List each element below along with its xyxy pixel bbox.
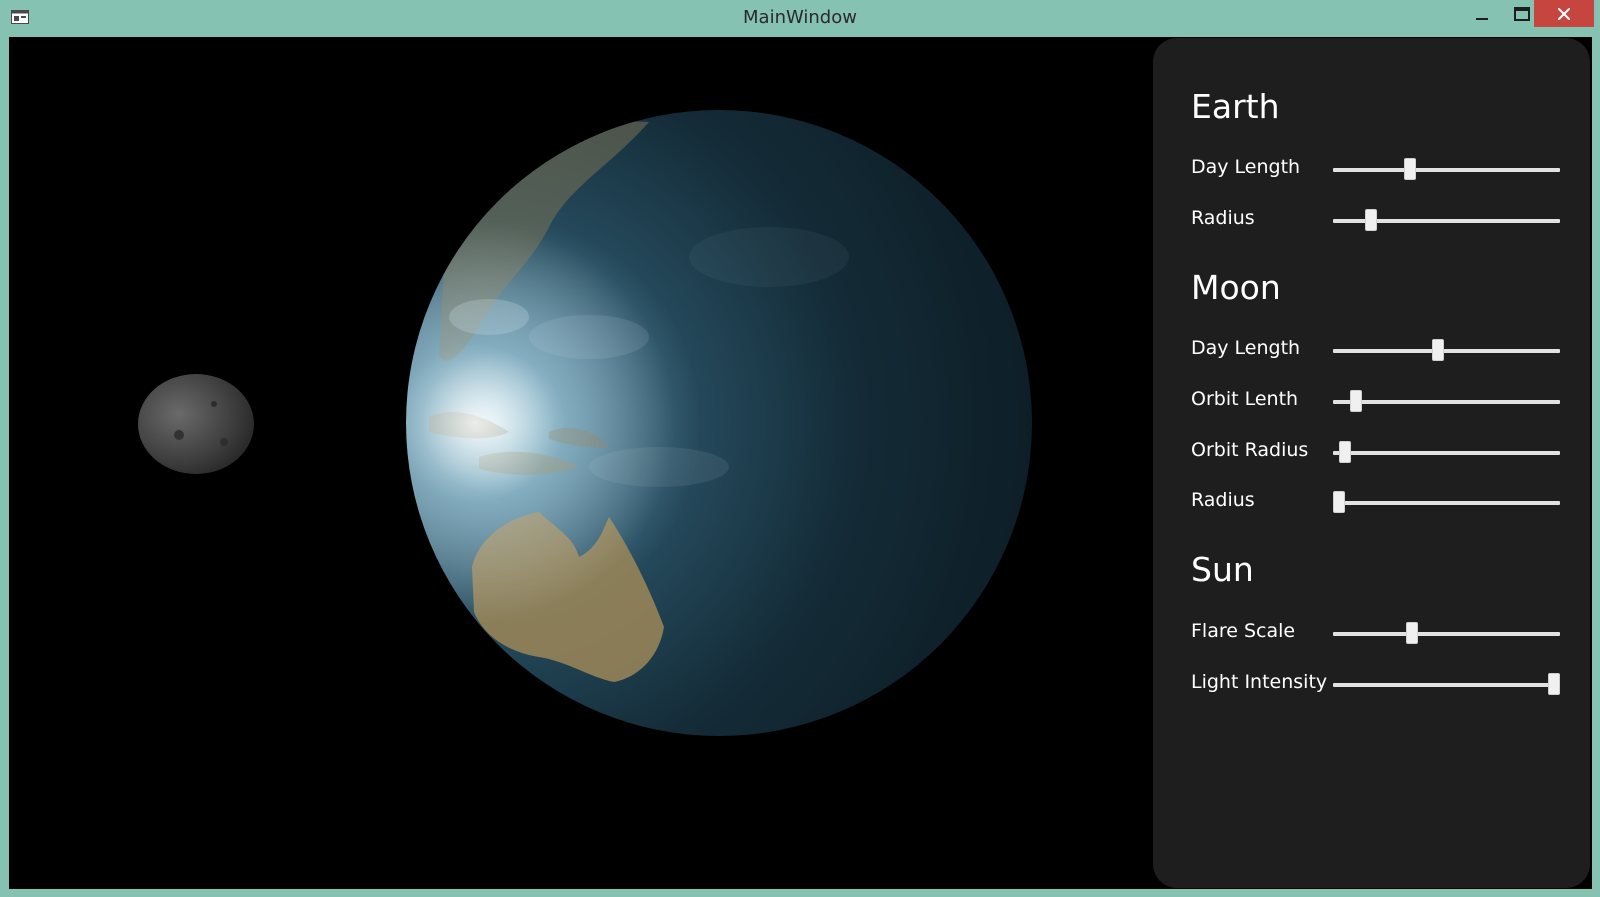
minimize-button[interactable] bbox=[1462, 0, 1502, 27]
window-title: MainWindow bbox=[743, 7, 857, 28]
slider-track[interactable] bbox=[1333, 349, 1560, 353]
moon-orbit-radius-slider[interactable] bbox=[1333, 441, 1560, 465]
slider-track[interactable] bbox=[1333, 632, 1560, 636]
title-bar[interactable]: MainWindow bbox=[0, 0, 1600, 36]
moon-radius-label: Radius bbox=[1191, 489, 1255, 511]
moon-orbit-radius-label: Orbit Radius bbox=[1191, 439, 1309, 461]
slider-track[interactable] bbox=[1333, 451, 1560, 455]
earth[interactable] bbox=[406, 110, 1032, 736]
slider-track[interactable] bbox=[1333, 168, 1560, 172]
earth-radius-label: Radius bbox=[1191, 207, 1255, 229]
moon[interactable] bbox=[138, 374, 254, 474]
slider-thumb[interactable] bbox=[1403, 158, 1416, 180]
section-title-moon: Moon bbox=[1191, 268, 1281, 307]
moon-orbit-lenth-label: Orbit Lenth bbox=[1191, 388, 1299, 410]
moon-orbit-lenth-slider[interactable] bbox=[1333, 390, 1560, 414]
slider-thumb[interactable] bbox=[1339, 441, 1352, 463]
slider-track[interactable] bbox=[1333, 501, 1560, 505]
slider-thumb[interactable] bbox=[1350, 390, 1363, 412]
earth-day-length-label: Day Length bbox=[1191, 156, 1301, 178]
sun-flare-scale-slider[interactable] bbox=[1333, 622, 1560, 646]
sun-flare-scale-label: Flare Scale bbox=[1191, 620, 1296, 642]
moon-day-length-slider[interactable] bbox=[1333, 339, 1560, 363]
section-title-sun: Sun bbox=[1191, 550, 1254, 589]
slider-thumb[interactable] bbox=[1406, 622, 1419, 644]
sun-light-intensity-slider[interactable] bbox=[1333, 673, 1560, 697]
sun-light-intensity-label: Light Intensity bbox=[1191, 671, 1328, 693]
earth-radius-slider[interactable] bbox=[1333, 209, 1560, 233]
earth-day-length-slider[interactable] bbox=[1333, 158, 1560, 182]
close-icon bbox=[1558, 7, 1570, 20]
moon-radius-slider[interactable] bbox=[1333, 491, 1560, 515]
maximize-icon bbox=[1514, 6, 1530, 21]
slider-thumb[interactable] bbox=[1365, 209, 1378, 231]
close-button[interactable] bbox=[1534, 0, 1594, 27]
main-window: MainWindow Earth Day Length Radius Moon … bbox=[0, 0, 1600, 897]
slider-thumb[interactable] bbox=[1548, 673, 1560, 695]
slider-track[interactable] bbox=[1333, 400, 1560, 404]
section-title-earth: Earth bbox=[1191, 87, 1280, 126]
settings-panel: Earth Day Length Radius Moon Day Length Orbit… bbox=[1153, 38, 1590, 888]
slider-thumb[interactable] bbox=[1431, 339, 1444, 361]
minimize-icon bbox=[1476, 17, 1488, 20]
moon-day-length-label: Day Length bbox=[1191, 337, 1301, 359]
slider-track[interactable] bbox=[1333, 683, 1560, 687]
slider-thumb[interactable] bbox=[1333, 491, 1345, 513]
